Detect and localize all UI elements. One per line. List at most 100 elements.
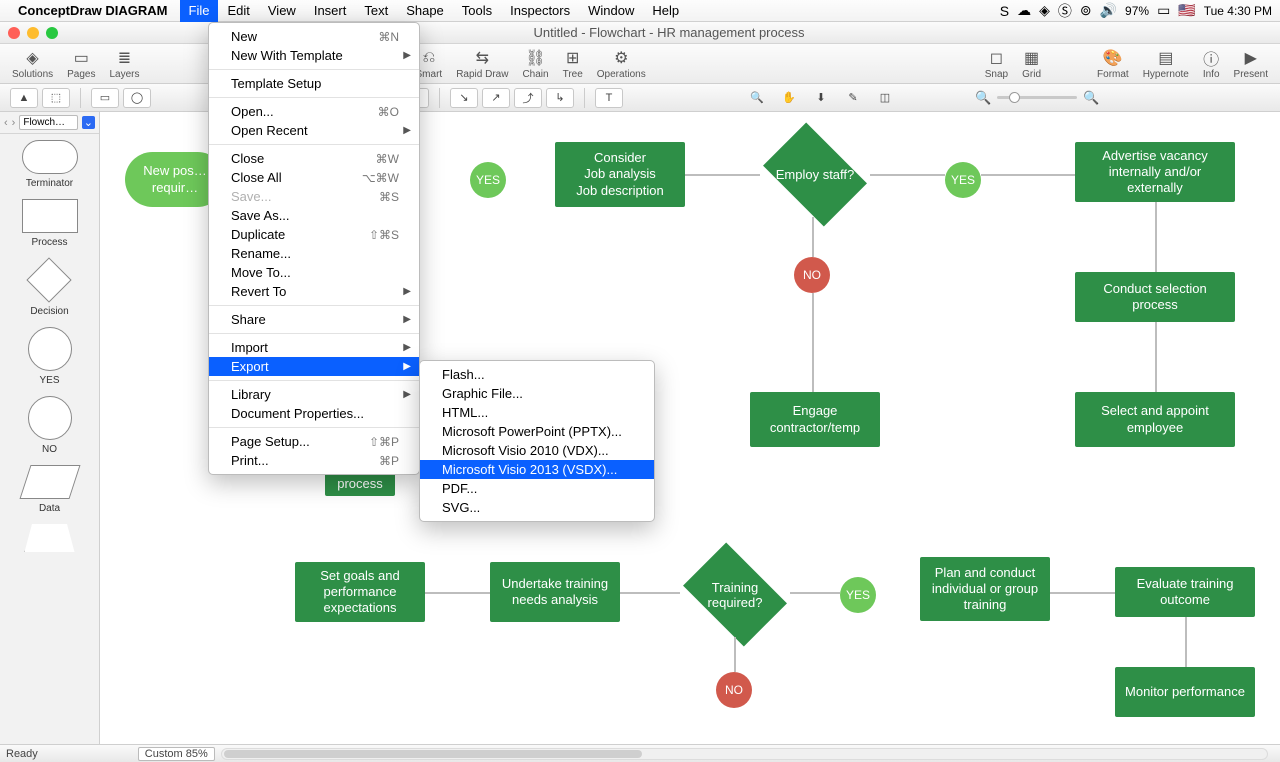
stencil-process[interactable]: Process bbox=[22, 199, 78, 248]
submenu-item[interactable]: Microsoft PowerPoint (PPTX)... bbox=[420, 422, 654, 441]
stencil-dropdown-icon[interactable]: ⌄ bbox=[82, 116, 95, 129]
menu-item[interactable]: Save...⌘S bbox=[209, 187, 419, 206]
node-set-goals[interactable]: Set goals and performance expectations bbox=[295, 562, 425, 622]
menu-help[interactable]: Help bbox=[643, 0, 688, 22]
window-maximize[interactable] bbox=[46, 27, 58, 39]
node-consider[interactable]: Consider Job analysis Job description bbox=[555, 142, 685, 207]
menu-item[interactable]: Close All⌥⌘W bbox=[209, 168, 419, 187]
submenu-item[interactable]: Microsoft Visio 2013 (VSDX)... bbox=[420, 460, 654, 479]
menu-item[interactable]: Duplicate⇧⌘S bbox=[209, 225, 419, 244]
menu-item[interactable]: Print...⌘P bbox=[209, 451, 419, 470]
tb-solutions[interactable]: ◈Solutions bbox=[6, 47, 59, 80]
window-minimize[interactable] bbox=[27, 27, 39, 39]
conn-tool-3[interactable]: ⤴ bbox=[514, 88, 542, 108]
menu-tools[interactable]: Tools bbox=[453, 0, 501, 22]
battery-icon[interactable]: ▭ bbox=[1157, 2, 1170, 19]
menu-shape[interactable]: Shape bbox=[397, 0, 453, 22]
menu-inspectors[interactable]: Inspectors bbox=[501, 0, 579, 22]
node-no-1[interactable]: NO bbox=[794, 257, 830, 293]
stencil-yes[interactable]: YES bbox=[28, 327, 72, 386]
text-tool[interactable]: T bbox=[595, 88, 623, 108]
ellipse-tool[interactable]: ◯ bbox=[123, 88, 151, 108]
submenu-item[interactable]: Graphic File... bbox=[420, 384, 654, 403]
node-yes-1[interactable]: YES bbox=[470, 162, 506, 198]
eyedropper-tool[interactable]: ✎ bbox=[839, 88, 867, 108]
menu-item[interactable]: Move To... bbox=[209, 263, 419, 282]
zoom-readout[interactable]: Custom 85% bbox=[138, 747, 215, 761]
menu-window[interactable]: Window bbox=[579, 0, 643, 22]
tb-info[interactable]: ⓘInfo bbox=[1197, 47, 1226, 80]
zoom-in-tool[interactable]: 🔍 bbox=[743, 88, 771, 108]
battery-percent[interactable]: 97% bbox=[1125, 4, 1149, 18]
tb-grid[interactable]: ▦Grid bbox=[1016, 47, 1047, 80]
tb-chain[interactable]: ⛓Chain bbox=[516, 47, 554, 80]
node-evaluate[interactable]: Evaluate training outcome bbox=[1115, 567, 1255, 617]
push-tool[interactable]: ⬇ bbox=[807, 88, 835, 108]
h-scrollbar[interactable] bbox=[221, 748, 1268, 760]
node-no-2[interactable]: NO bbox=[716, 672, 752, 708]
node-select-appoint[interactable]: Select and appoint employee bbox=[1075, 392, 1235, 447]
menu-item[interactable]: Open Recent▶ bbox=[209, 121, 419, 140]
status-icon[interactable]: S bbox=[1000, 3, 1009, 19]
diamond-icon[interactable]: ◈ bbox=[1039, 2, 1050, 19]
submenu-item[interactable]: SVG... bbox=[420, 498, 654, 517]
menu-item[interactable]: Revert To▶ bbox=[209, 282, 419, 301]
skype-icon[interactable]: Ⓢ bbox=[1058, 1, 1072, 21]
tb-format[interactable]: 🎨Format bbox=[1091, 47, 1135, 80]
node-monitor[interactable]: Monitor performance bbox=[1115, 667, 1255, 717]
menu-item[interactable]: Template Setup bbox=[209, 74, 419, 93]
submenu-item[interactable]: Microsoft Visio 2010 (VDX)... bbox=[420, 441, 654, 460]
submenu-item[interactable]: PDF... bbox=[420, 479, 654, 498]
node-yes-2[interactable]: YES bbox=[945, 162, 981, 198]
node-process[interactable]: process bbox=[325, 472, 395, 496]
stencil-terminator[interactable]: Terminator bbox=[22, 140, 78, 189]
stencil-select[interactable]: Flowch… bbox=[19, 115, 77, 130]
menu-item[interactable]: Document Properties... bbox=[209, 404, 419, 423]
marquee-tool[interactable]: ⬚ bbox=[42, 88, 70, 108]
conn-tool-1[interactable]: ↘ bbox=[450, 88, 478, 108]
node-employ-decision[interactable]: Employ staff? bbox=[760, 132, 870, 217]
node-advertise[interactable]: Advertise vacancy internally and/or exte… bbox=[1075, 142, 1235, 202]
menu-item[interactable]: Library▶ bbox=[209, 385, 419, 404]
menu-text[interactable]: Text bbox=[355, 0, 397, 22]
wifi-icon[interactable]: ⊚ bbox=[1080, 2, 1092, 19]
eraser-tool[interactable]: ◫ bbox=[871, 88, 899, 108]
zoom-slider[interactable]: 🔍 🔍 bbox=[975, 90, 1099, 106]
clock[interactable]: Tue 4:30 PM bbox=[1204, 4, 1272, 18]
rect-tool[interactable]: ▭ bbox=[91, 88, 119, 108]
stencil-no[interactable]: NO bbox=[28, 396, 72, 455]
menu-item[interactable]: Page Setup...⇧⌘P bbox=[209, 432, 419, 451]
node-engage[interactable]: Engage contractor/temp bbox=[750, 392, 880, 447]
node-undertake[interactable]: Undertake training needs analysis bbox=[490, 562, 620, 622]
stencil-data[interactable]: Data bbox=[25, 465, 75, 514]
tb-present[interactable]: ▶Present bbox=[1228, 47, 1274, 80]
menu-item[interactable]: New With Template▶ bbox=[209, 46, 419, 65]
cloud-icon[interactable]: ☁ bbox=[1017, 2, 1031, 19]
menu-edit[interactable]: Edit bbox=[218, 0, 258, 22]
pointer-tool[interactable]: ▲ bbox=[10, 88, 38, 108]
menu-view[interactable]: View bbox=[259, 0, 305, 22]
tb-tree[interactable]: ⊞Tree bbox=[557, 47, 589, 80]
node-yes-3[interactable]: YES bbox=[840, 577, 876, 613]
tb-pages[interactable]: ▭Pages bbox=[61, 47, 101, 80]
app-name[interactable]: ConceptDraw DIAGRAM bbox=[18, 3, 168, 18]
window-close[interactable] bbox=[8, 27, 20, 39]
conn-tool-4[interactable]: ↳ bbox=[546, 88, 574, 108]
menu-item[interactable]: Open...⌘O bbox=[209, 102, 419, 121]
menu-item[interactable]: Close⌘W bbox=[209, 149, 419, 168]
tb-hypernote[interactable]: ▤Hypernote bbox=[1137, 47, 1195, 80]
zoom-in-icon[interactable]: 🔍 bbox=[1083, 90, 1099, 106]
menu-item[interactable]: New⌘N bbox=[209, 27, 419, 46]
submenu-item[interactable]: HTML... bbox=[420, 403, 654, 422]
zoom-out-icon[interactable]: 🔍 bbox=[975, 90, 991, 106]
menu-file[interactable]: File bbox=[180, 0, 219, 22]
node-training-decision[interactable]: Training required? bbox=[680, 552, 790, 637]
nav-back-icon[interactable]: ‹ bbox=[4, 117, 8, 129]
menu-item[interactable]: Rename... bbox=[209, 244, 419, 263]
stencil-decision[interactable]: Decision bbox=[30, 258, 68, 317]
node-plan-conduct[interactable]: Plan and conduct individual or group tra… bbox=[920, 557, 1050, 621]
menu-item[interactable]: Export▶ bbox=[209, 357, 419, 376]
flag-icon[interactable]: 🇺🇸 bbox=[1178, 2, 1195, 19]
tb-rapid-draw[interactable]: ⇆Rapid Draw bbox=[450, 47, 514, 80]
submenu-item[interactable]: Flash... bbox=[420, 365, 654, 384]
